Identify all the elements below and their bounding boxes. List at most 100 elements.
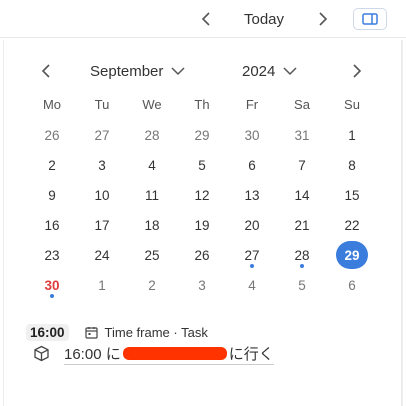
sidebar-toggle-icon (362, 13, 378, 25)
day-cell[interactable]: 28 (277, 240, 327, 270)
day-cell[interactable]: 19 (177, 210, 227, 240)
chevron-right-icon (319, 12, 328, 26)
day-cell[interactable]: 9 (27, 180, 77, 210)
day-number: 22 (344, 217, 360, 233)
day-number: 5 (198, 157, 206, 173)
day-number: 3 (198, 277, 206, 293)
day-cell[interactable]: 6 (327, 270, 377, 300)
day-cell[interactable]: 5 (177, 150, 227, 180)
day-cell[interactable]: 11 (127, 180, 177, 210)
day-cell[interactable]: 20 (227, 210, 277, 240)
next-period-button[interactable] (313, 9, 333, 29)
day-cell[interactable]: 22 (327, 210, 377, 240)
calendar-grid: 26 27 28 29 30 31 1 2 3 4 5 6 7 8 9 10 11 12 13 14 15 16 17 18 1… (27, 120, 377, 300)
day-cell[interactable]: 7 (277, 150, 327, 180)
prev-month-button[interactable] (36, 61, 56, 81)
weekday-header: Mo Tu We Th Fr Sa Su (27, 97, 377, 117)
day-cell[interactable]: 3 (77, 150, 127, 180)
panel-border-right (401, 40, 403, 406)
top-toolbar: Today (0, 0, 406, 38)
day-cell[interactable]: 4 (127, 150, 177, 180)
day-number: 26 (194, 247, 210, 263)
weekday-label: Th (194, 97, 210, 112)
day-number: 29 (336, 241, 368, 269)
day-cell[interactable]: 30 (227, 120, 277, 150)
box-icon (32, 344, 50, 362)
day-cell[interactable]: 26 (177, 240, 227, 270)
day-number: 13 (244, 187, 260, 203)
day-cell[interactable]: 1 (77, 270, 127, 300)
calendar-icon (85, 325, 99, 339)
day-number: 1 (98, 277, 106, 293)
day-number: 5 (298, 277, 306, 293)
day-cell[interactable]: 12 (177, 180, 227, 210)
day-cell[interactable]: 29 (177, 120, 227, 150)
chevron-right-icon (353, 64, 362, 78)
day-number: 3 (98, 157, 106, 173)
weekday-label: Tu (94, 97, 110, 112)
day-number: 8 (348, 157, 356, 173)
day-cell[interactable]: 16 (27, 210, 77, 240)
day-cell[interactable]: 30 (27, 270, 77, 300)
day-cell[interactable]: 28 (127, 120, 177, 150)
prev-period-button[interactable] (196, 9, 216, 29)
day-cell[interactable]: 18 (127, 210, 177, 240)
day-cell[interactable]: 2 (27, 150, 77, 180)
event-header: 16:00 Time frame · Task (26, 322, 386, 342)
weekday-label: Mo (42, 97, 62, 112)
day-cell[interactable]: 26 (27, 120, 77, 150)
year-label: 2024 (242, 62, 276, 80)
day-number: 30 (244, 127, 260, 143)
month-select[interactable]: September (90, 59, 185, 83)
day-cell[interactable]: 13 (227, 180, 277, 210)
day-number: 20 (244, 217, 260, 233)
day-cell[interactable]: 5 (277, 270, 327, 300)
day-number: 25 (144, 247, 160, 263)
day-cell[interactable]: 17 (77, 210, 127, 240)
event-item[interactable]: 16:00 に に行く (32, 342, 392, 365)
day-cell[interactable]: 31 (277, 120, 327, 150)
year-select[interactable]: 2024 (242, 59, 297, 83)
day-cell[interactable]: 14 (277, 180, 327, 210)
day-cell[interactable]: 25 (127, 240, 177, 270)
day-number: 30 (44, 277, 60, 293)
panel-toggle-button[interactable] (353, 8, 387, 30)
chevron-left-icon (201, 12, 210, 26)
day-number: 26 (44, 127, 60, 143)
day-cell[interactable]: 23 (27, 240, 77, 270)
day-cell[interactable]: 10 (77, 180, 127, 210)
day-number: 18 (144, 217, 160, 233)
today-button[interactable]: Today (232, 8, 296, 30)
day-cell[interactable]: 6 (227, 150, 277, 180)
day-cell[interactable]: 27 (77, 120, 127, 150)
day-number: 31 (294, 127, 310, 143)
day-cell[interactable]: 21 (277, 210, 327, 240)
day-number: 4 (148, 157, 156, 173)
day-number: 27 (94, 127, 110, 143)
day-cell[interactable]: 8 (327, 150, 377, 180)
day-cell[interactable]: 2 (127, 270, 177, 300)
day-cell[interactable]: 27 (227, 240, 277, 270)
day-cell[interactable]: 4 (227, 270, 277, 300)
day-cell[interactable]: 15 (327, 180, 377, 210)
day-cell-selected[interactable]: 29 (327, 240, 377, 270)
weekday-label: Sa (294, 97, 310, 112)
chevron-left-icon (41, 64, 50, 78)
day-cell[interactable]: 24 (77, 240, 127, 270)
event-dot-indicator (250, 264, 254, 268)
event-title-suffix: に行く (228, 345, 274, 363)
event-dot-indicator (300, 264, 304, 268)
day-number: 7 (298, 157, 306, 173)
day-cell[interactable]: 1 (327, 120, 377, 150)
day-number: 29 (194, 127, 210, 143)
day-number: 17 (94, 217, 110, 233)
day-number: 24 (94, 247, 110, 263)
day-number: 19 (194, 217, 210, 233)
weekday-label: Su (344, 97, 360, 112)
month-label: September (90, 62, 164, 80)
next-month-button[interactable] (347, 61, 367, 81)
day-number: 21 (294, 217, 310, 233)
event-time-badge: 16:00 (26, 323, 69, 341)
day-cell[interactable]: 3 (177, 270, 227, 300)
day-number: 2 (48, 157, 56, 173)
